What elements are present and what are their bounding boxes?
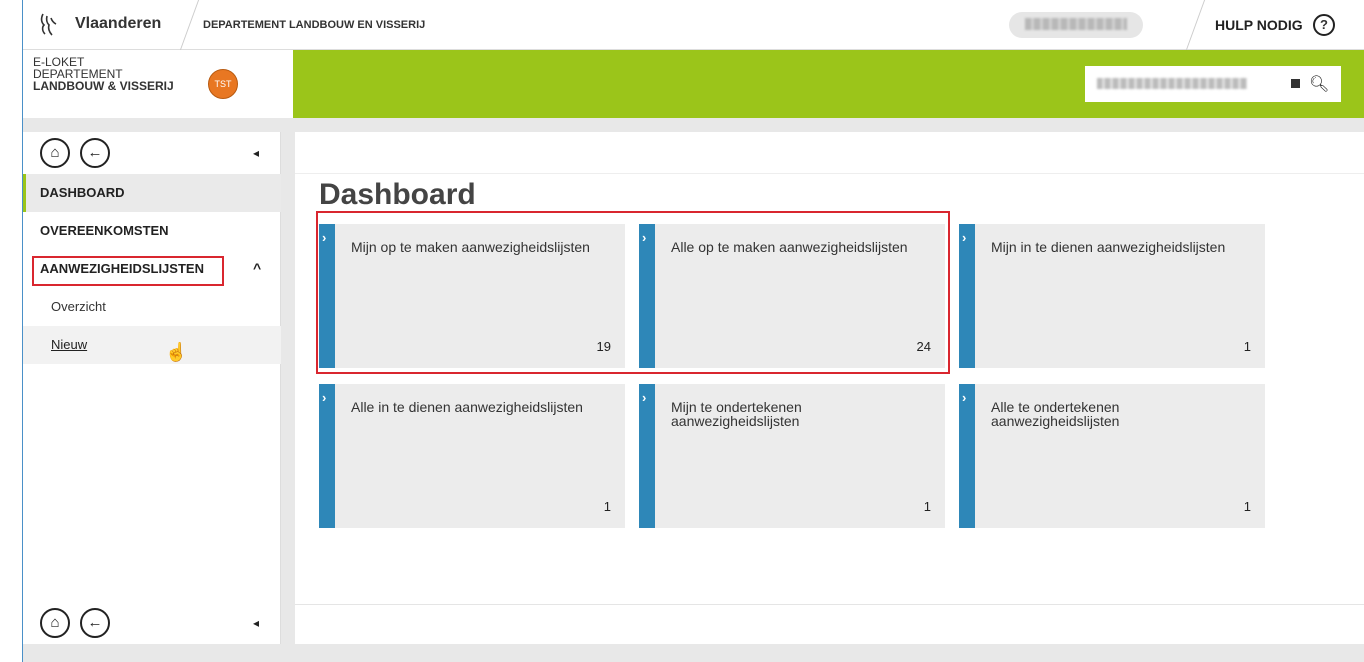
page-title: Dashboard [319, 178, 476, 211]
department-link[interactable]: DEPARTEMENT LANDBOUW EN VISSERIJ [203, 19, 425, 31]
user-profile-button[interactable] [1009, 12, 1143, 38]
tile-stripe: › [319, 384, 335, 528]
search-option-icon[interactable] [1291, 79, 1300, 88]
tile-label: Alle in te dienen aanwezigheidslijsten [351, 399, 583, 415]
chevron-right-icon: › [962, 390, 967, 405]
chevron-right-icon: › [642, 390, 647, 405]
help-link[interactable]: HULP NODIG [1215, 17, 1303, 33]
main-footer [295, 604, 1364, 644]
sidebar: ⌂ ← ◂ DASHBOARD OVEREENKOMSTEN AANWEZIGH… [23, 132, 281, 662]
home-icon[interactable]: ⌂ [40, 138, 70, 168]
sidebar-subitem-overzicht[interactable]: Overzicht [23, 288, 281, 326]
chevron-up-icon[interactable]: ^ [253, 260, 261, 276]
dashboard-tile[interactable]: › Mijn in te dienen aanwezigheidslijsten… [959, 224, 1265, 368]
tile-stripe: › [639, 384, 655, 528]
back-arrow-icon[interactable]: ← [80, 138, 110, 168]
chevron-right-icon: › [322, 390, 327, 405]
back-arrow-icon[interactable]: ← [80, 608, 110, 638]
tile-label: Mijn in te dienen aanwezigheidslijsten [991, 239, 1226, 255]
sidebar-item-dashboard[interactable]: DASHBOARD [23, 174, 281, 212]
hand-cursor-icon: ☝ [165, 342, 188, 362]
main-toolbar [295, 132, 1364, 174]
tile-count: 1 [1243, 339, 1251, 354]
highlight-box [32, 256, 224, 286]
sidebar-subitem-nieuw[interactable]: Nieuw [23, 326, 281, 364]
tile-count: 1 [923, 499, 931, 514]
top-bar: Vlaanderen DEPARTEMENT LANDBOUW EN VISSE… [23, 0, 1364, 50]
brand-name[interactable]: Vlaanderen [75, 15, 161, 33]
environment-badge: TST [208, 69, 238, 99]
tile-stripe: › [959, 224, 975, 368]
collapse-sidebar-icon[interactable]: ◂ [253, 146, 259, 160]
dashboard-tile[interactable]: › Alle te ondertekenen aanwezigheidslijs… [959, 384, 1265, 528]
app-frame: Vlaanderen DEPARTEMENT LANDBOUW EN VISSE… [22, 0, 1364, 662]
home-icon[interactable]: ⌂ [40, 608, 70, 638]
tile-label: Alle te ondertekenen aanwezigheidslijste… [991, 399, 1120, 429]
chevron-right-icon: › [962, 230, 967, 245]
tile-stripe: › [959, 384, 975, 528]
blurred-username [1025, 18, 1127, 30]
flemish-lion-icon[interactable] [37, 12, 61, 38]
dashboard-tile[interactable]: › Mijn te ondertekenen aanwezigheidslijs… [639, 384, 945, 528]
divider [1185, 0, 1206, 50]
help-icon[interactable]: ? [1313, 14, 1335, 36]
divider [179, 0, 200, 50]
bottom-strip [23, 644, 1364, 662]
main-gutter [281, 132, 295, 662]
eloket-line3: LANDBOUW & VISSERIJ [33, 79, 174, 93]
tile-label: Mijn te ondertekenen aanwezigheidslijste… [671, 399, 802, 429]
tile-count: 1 [603, 499, 611, 514]
search-field[interactable]: 🔍︎ [1085, 66, 1341, 102]
collapse-sidebar-icon[interactable]: ◂ [253, 616, 259, 630]
search-icon[interactable]: 🔍︎ [1309, 74, 1329, 94]
eloket-title[interactable]: E-LOKET DEPARTEMENT LANDBOUW & VISSERIJ [33, 56, 174, 92]
spacer-strip [23, 118, 1364, 132]
sidebar-item-overeenkomsten[interactable]: OVEREENKOMSTEN [23, 212, 281, 250]
header-diagonal [263, 50, 289, 118]
tile-count: 1 [1243, 499, 1251, 514]
highlight-box [316, 211, 950, 374]
dashboard-tile[interactable]: › Alle in te dienen aanwezigheidslijsten… [319, 384, 625, 528]
search-placeholder-blurred [1097, 78, 1247, 89]
